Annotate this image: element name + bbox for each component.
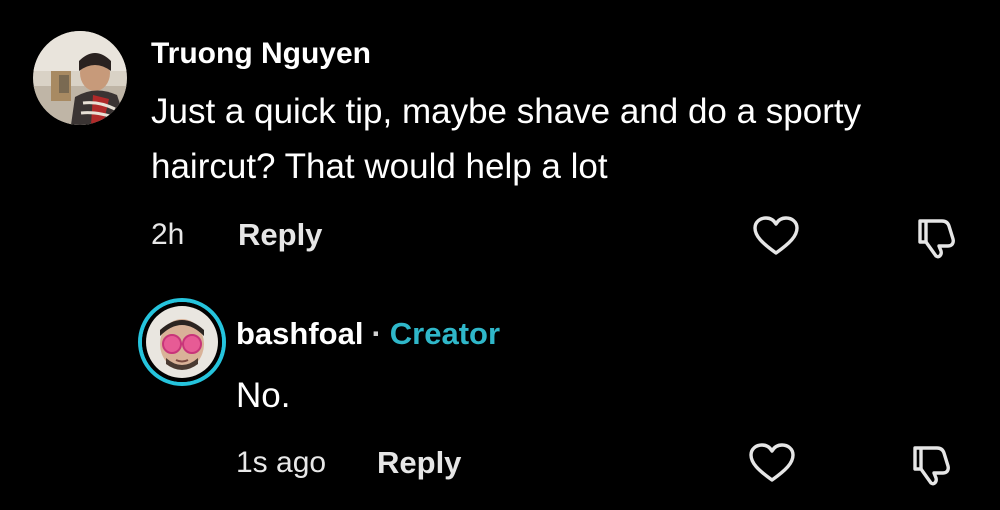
creator-avatar[interactable] bbox=[138, 298, 226, 386]
thumbs-down-outline-icon bbox=[918, 219, 955, 259]
reply-text: No. bbox=[236, 376, 291, 415]
reply-button[interactable]: Reply bbox=[377, 445, 461, 481]
like-button[interactable] bbox=[748, 442, 796, 484]
creator-badge: Creator bbox=[389, 316, 501, 351]
reply-username-row: bashfoal · Creator bbox=[236, 316, 500, 352]
dislike-button[interactable] bbox=[911, 215, 959, 259]
thumbs-down-outline-icon bbox=[913, 446, 950, 486]
dislike-button[interactable] bbox=[906, 442, 954, 486]
reply-comment-item: bashfoal · Creator No. 1s ago Reply bbox=[0, 290, 1000, 510]
like-button[interactable] bbox=[752, 215, 800, 257]
heart-outline-icon bbox=[749, 443, 795, 482]
reply-username[interactable]: bashfoal bbox=[236, 316, 363, 351]
user-photo-avatar-icon bbox=[33, 31, 127, 125]
comment-text: Just a quick tip, maybe shave and do a s… bbox=[151, 92, 862, 186]
heart-outline-icon bbox=[753, 216, 799, 255]
comment-item: Truong Nguyen Just a quick tip, maybe sh… bbox=[0, 0, 1000, 275]
comment-timestamp: 2h bbox=[151, 218, 185, 251]
reply-timestamp: 1s ago bbox=[236, 446, 327, 479]
username-separator: · bbox=[371, 316, 382, 351]
reply-button[interactable]: Reply bbox=[238, 217, 322, 253]
comment-username[interactable]: Truong Nguyen bbox=[151, 37, 371, 71]
creator-photo-avatar-icon bbox=[142, 302, 222, 382]
commenter-avatar[interactable] bbox=[33, 31, 127, 125]
